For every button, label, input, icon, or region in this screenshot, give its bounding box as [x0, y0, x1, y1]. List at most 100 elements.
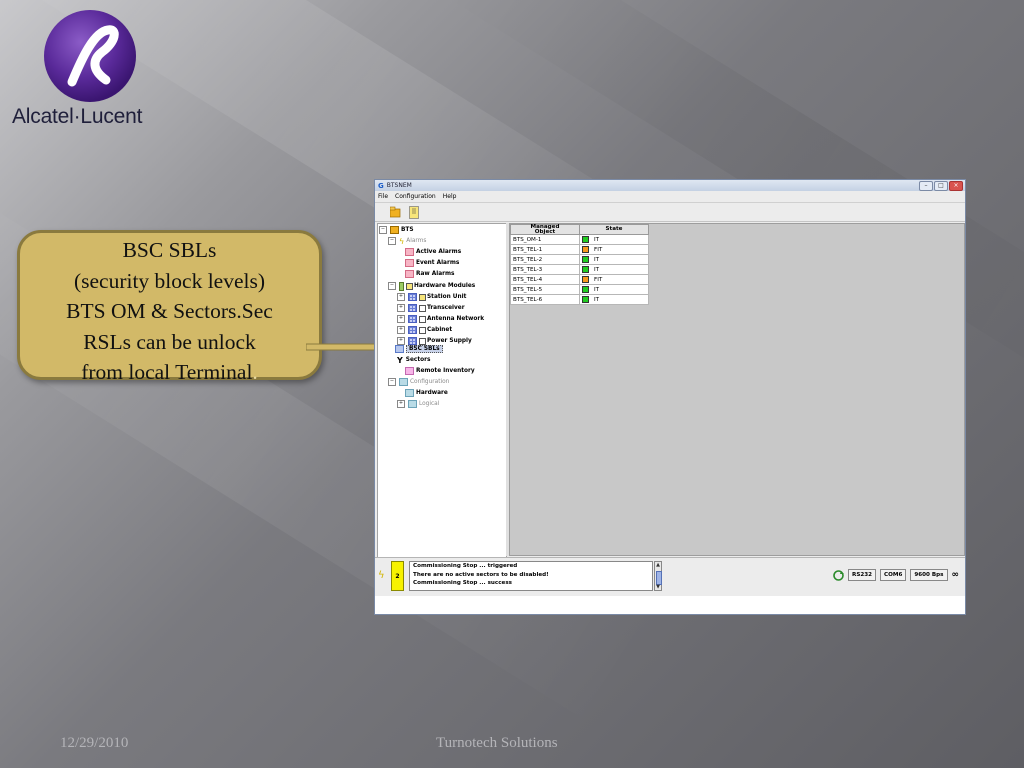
maximize-button[interactable]: □ — [934, 181, 948, 191]
callout-line: from local Terminal. — [20, 357, 319, 388]
baud-label: 9600 Bps — [910, 569, 948, 581]
expand-icon[interactable]: + — [397, 293, 405, 301]
brand-logo: Alcatel·Lucent — [12, 8, 172, 132]
expand-icon[interactable]: + — [397, 304, 405, 312]
document-tool-button[interactable] — [408, 205, 420, 219]
window-title: BTSNEM — [386, 182, 412, 189]
collapse-icon[interactable]: − — [388, 378, 396, 386]
tree-label: Remote Inventory — [416, 368, 475, 374]
tree-node-logical[interactable]: + Logical — [397, 399, 439, 409]
table-row[interactable]: BTS_TEL-4 FIT — [510, 274, 649, 285]
lightning-icon: ϟ — [399, 236, 405, 246]
tree-label: Station Unit — [427, 294, 467, 300]
alarm-count-badge[interactable]: 2 — [391, 561, 404, 591]
folder-icon — [390, 226, 399, 234]
cell-state: IT — [579, 254, 649, 265]
table-row[interactable]: BTS_TEL-5 IT — [510, 284, 649, 295]
tree-label: Cabinet — [427, 327, 453, 333]
com-label: COM6 — [880, 569, 907, 581]
tree-node-transceiver[interactable]: + Transceiver — [397, 303, 465, 313]
log-line: There are no active sectors to be disabl… — [413, 571, 549, 578]
lightning-icon: ϟ — [378, 570, 385, 581]
log-scrollbar[interactable]: ▲ ▼ — [654, 561, 662, 591]
tree-node-alarms[interactable]: − ϟ Alarms — [388, 236, 426, 246]
navigation-tree: − BTS − ϟ Alarms Active Alarms Event Ala… — [377, 223, 507, 558]
table-row[interactable]: BTS_TEL-2 IT — [510, 254, 649, 265]
link-icon[interactable]: ∞ — [952, 570, 960, 580]
table-row[interactable]: BTS_TEL-1 FIT — [510, 244, 649, 255]
tree-label: Hardware — [416, 390, 448, 396]
menu-file[interactable]: File — [378, 193, 388, 200]
menu-bar: File Configuration Help — [375, 191, 965, 203]
module-icon — [399, 281, 404, 291]
window-footer — [375, 596, 965, 614]
cell-object: BTS_OM-1 — [510, 234, 580, 245]
checkbox-icon — [406, 282, 413, 290]
callout-dot: . — [252, 360, 258, 384]
antenna-icon: Y — [397, 355, 403, 365]
tree-node-raw-alarms[interactable]: Raw Alarms — [405, 269, 454, 279]
callout-line: BSC SBLs — [122, 238, 217, 262]
content-pane: Managed Object State BTS_OM-1 IT BTS_TEL-1… — [509, 223, 965, 556]
scroll-up-icon[interactable]: ▲ — [655, 562, 661, 568]
cell-object: BTS_TEL-5 — [510, 284, 580, 295]
refresh-icon[interactable] — [833, 569, 845, 581]
checkbox-icon — [419, 293, 426, 301]
tree-node-configuration[interactable]: − Configuration — [388, 377, 449, 387]
app-icon: G — [378, 181, 384, 190]
sbl-table: Managed Object State BTS_OM-1 IT BTS_TEL-1… — [510, 224, 649, 305]
tree-label: Raw Alarms — [416, 271, 455, 277]
tree-node-bsc-sbls[interactable]: BSC SBLs — [395, 344, 443, 354]
config-icon — [408, 400, 417, 408]
brand-text: Alcatel·Lucent — [12, 105, 143, 128]
scroll-thumb[interactable] — [656, 571, 662, 585]
expand-icon[interactable]: + — [397, 400, 405, 408]
tree-node-station-unit[interactable]: + Station Unit — [397, 292, 466, 302]
state-text: FIT — [594, 277, 603, 283]
tree-node-sectors[interactable]: Y Sectors — [397, 355, 430, 365]
tree-node-remote-inventory[interactable]: Remote Inventory — [405, 366, 475, 376]
menu-configuration[interactable]: Configuration — [395, 193, 436, 200]
state-text: FIT — [594, 247, 603, 253]
column-header-object[interactable]: Managed Object — [510, 224, 580, 235]
table-row[interactable]: BTS_OM-1 IT — [510, 234, 649, 245]
expand-icon[interactable]: + — [397, 326, 405, 334]
menu-help[interactable]: Help — [443, 193, 457, 200]
minimize-button[interactable]: – — [919, 181, 933, 191]
scroll-down-icon[interactable]: ▼ — [655, 584, 661, 590]
tree-node-active-alarms[interactable]: Active Alarms — [405, 247, 461, 257]
expand-icon[interactable]: + — [397, 315, 405, 323]
tree-node-cabinet[interactable]: + Cabinet — [397, 325, 452, 335]
tree-label: Configuration — [410, 379, 450, 385]
tree-node-hardware[interactable]: Hardware — [405, 388, 448, 398]
cell-state: FIT — [579, 244, 649, 255]
column-header-state[interactable]: State — [579, 224, 649, 235]
checkbox-icon — [419, 315, 426, 323]
alarm-table-icon — [405, 248, 414, 256]
folder-tool-button[interactable] — [389, 205, 401, 219]
cell-state: IT — [579, 294, 649, 305]
state-indicator-icon — [582, 276, 589, 283]
state-indicator-icon — [582, 246, 589, 253]
collapse-icon[interactable]: − — [388, 282, 396, 290]
tree-label: Alarms — [406, 238, 427, 244]
grid-icon — [408, 315, 417, 323]
table-row[interactable]: BTS_TEL-3 IT — [510, 264, 649, 275]
cell-state: IT — [579, 264, 649, 275]
alcatel-lucent-logo-icon — [44, 10, 136, 102]
state-text: IT — [594, 257, 600, 263]
cell-state: FIT — [579, 274, 649, 285]
tree-node-hardware-modules[interactable]: − Hardware Modules — [388, 281, 475, 291]
tree-node-antenna-network[interactable]: + Antenna Network — [397, 314, 484, 324]
cell-object: BTS_TEL-6 — [510, 294, 580, 305]
callout-line: RSLs can be unlock — [83, 329, 256, 354]
tree-node-event-alarms[interactable]: Event Alarms — [405, 258, 459, 268]
table-row[interactable]: BTS_TEL-6 IT — [510, 294, 649, 305]
tree-label: Antenna Network — [427, 316, 485, 322]
collapse-icon[interactable]: − — [379, 226, 387, 234]
collapse-icon[interactable]: − — [388, 237, 396, 245]
checkbox-icon — [419, 326, 426, 334]
tree-label: Hardware Modules — [414, 283, 476, 289]
close-button[interactable]: × — [949, 181, 963, 191]
tree-node-bts[interactable]: − BTS — [379, 225, 414, 235]
